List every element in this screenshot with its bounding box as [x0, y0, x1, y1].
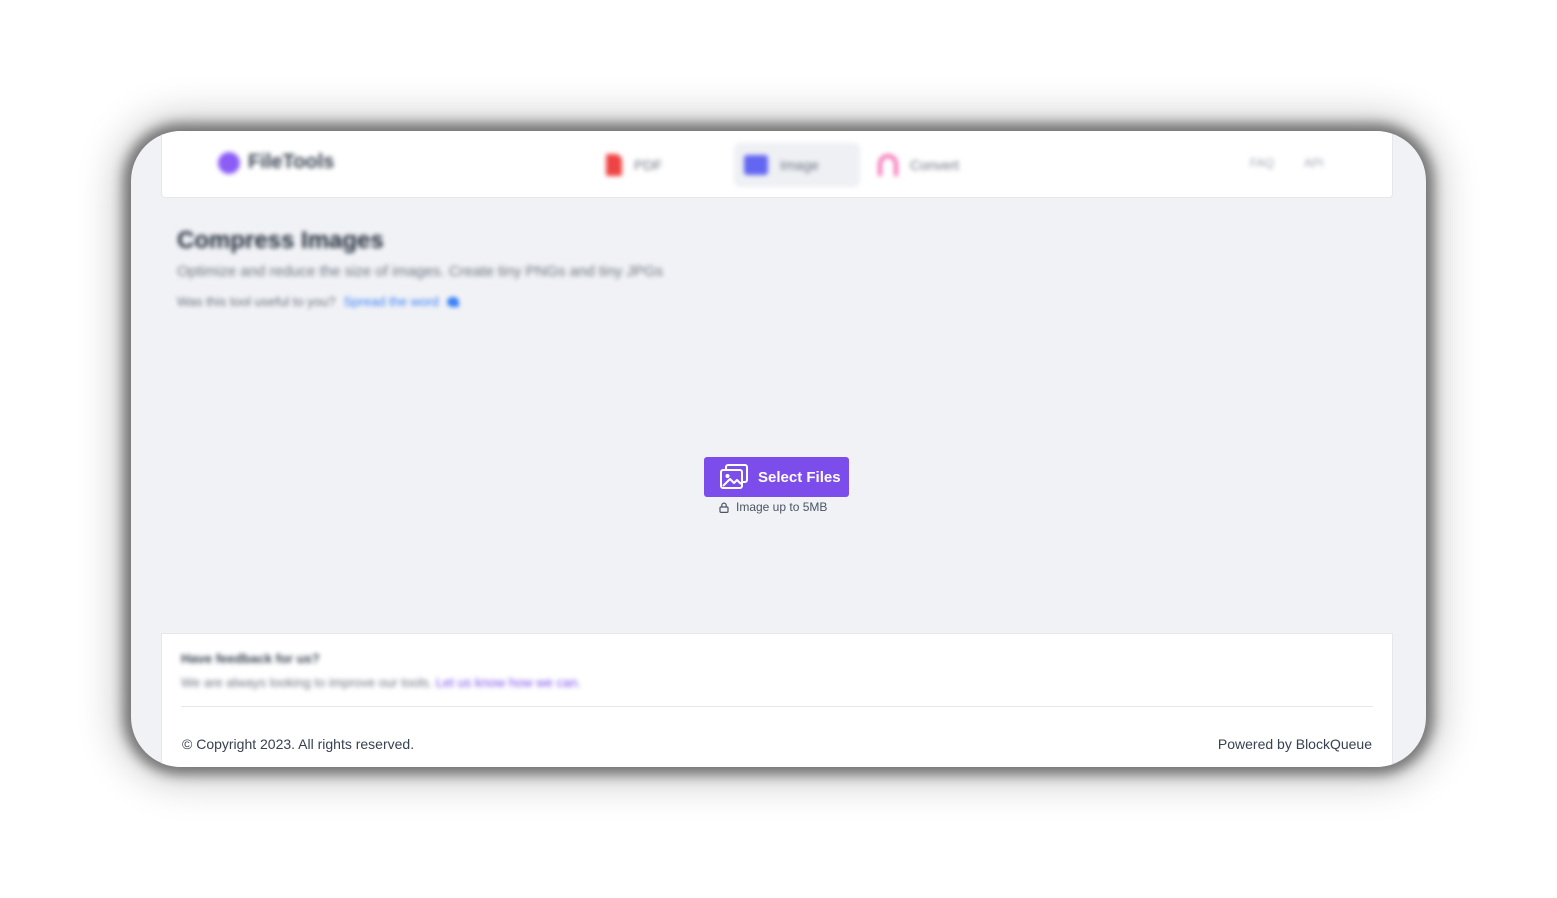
nav-item-image[interactable]: Image: [734, 143, 860, 187]
share-row: Was this tool useful to you? Spread the …: [177, 294, 459, 309]
select-files-label: Select Files: [758, 468, 841, 486]
upload-limit: Image up to 5MB: [719, 500, 827, 514]
nav-item-pdf[interactable]: PDF: [596, 143, 672, 187]
nav-link-api[interactable]: API: [1304, 156, 1323, 170]
feedback-text-row: We are always looking to improve our too…: [181, 675, 581, 690]
convert-icon: [878, 154, 898, 176]
feedback-text: We are always looking to improve our too…: [181, 675, 433, 690]
app-window: FileTools PDF Image Convert FAQ API Comp…: [131, 131, 1426, 767]
footer: Have feedback for us? We are always look…: [161, 633, 1393, 767]
page-subtitle: Optimize and reduce the size of images. …: [177, 263, 664, 280]
page-title: Compress Images: [177, 227, 384, 254]
pdf-file-icon: [606, 154, 622, 176]
share-link[interactable]: Spread the word: [344, 294, 439, 309]
nav-item-label: PDF: [634, 157, 662, 173]
share-question: Was this tool useful to you?: [177, 294, 336, 309]
images-icon: [720, 464, 748, 489]
brand-name: FileTools: [248, 151, 335, 173]
copyright: © Copyright 2023. All rights reserved.: [182, 736, 415, 752]
twitter-icon[interactable]: [446, 296, 459, 307]
select-files-button[interactable]: Select Files: [704, 457, 849, 497]
nav-item-label: Image: [780, 157, 819, 173]
nav-item-convert[interactable]: Convert: [868, 143, 969, 187]
nav-item-label: Convert: [910, 157, 960, 173]
logo-icon: [218, 151, 240, 174]
brand[interactable]: FileTools: [218, 151, 334, 174]
feedback-title: Have feedback for us?: [181, 651, 320, 666]
lock-icon: [719, 502, 729, 513]
upload-limit-text: Image up to 5MB: [736, 500, 828, 514]
image-icon: [744, 155, 768, 175]
feedback-link[interactable]: Let us know how we can.: [436, 675, 581, 690]
hero: Compress Images Optimize and reduce the …: [177, 227, 663, 280]
nav-link-faq[interactable]: FAQ: [1250, 156, 1274, 170]
footer-divider: [181, 706, 1373, 707]
top-navbar: FileTools PDF Image Convert FAQ API: [161, 131, 1393, 198]
powered-by[interactable]: Powered by BlockQueue: [1218, 736, 1372, 752]
